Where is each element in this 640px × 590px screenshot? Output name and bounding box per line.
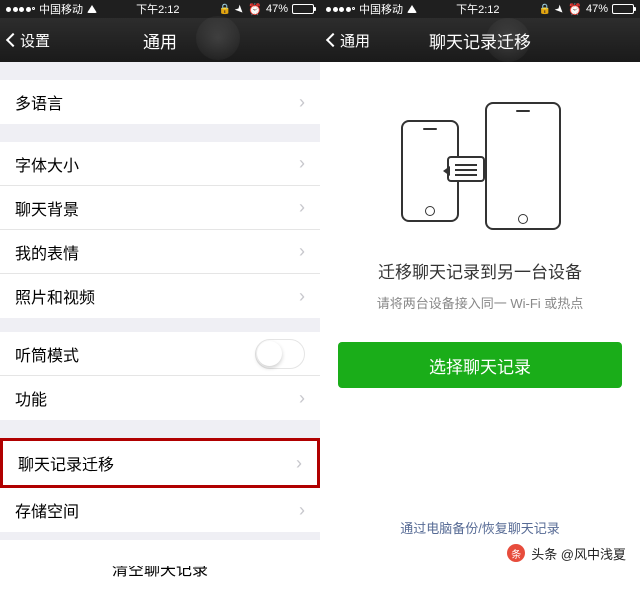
chevron-left-icon bbox=[326, 33, 340, 47]
row-label: 照片和视频 bbox=[15, 284, 95, 308]
chevron-right-icon: › bbox=[299, 92, 305, 113]
alarm-icon: ⏰ bbox=[248, 3, 262, 16]
status-bar: 中国移动 下午2:12 🔒 ➤ ⏰ 47% bbox=[0, 0, 320, 18]
battery-pct: 47% bbox=[586, 3, 608, 15]
backup-restore-link[interactable]: 通过电脑备份/恢复聊天记录 bbox=[320, 518, 640, 537]
chevron-right-icon: › bbox=[296, 453, 302, 474]
chevron-right-icon: › bbox=[299, 388, 305, 409]
phone-icon bbox=[485, 102, 561, 230]
row-earpiece-mode[interactable]: 听筒模式 bbox=[0, 332, 320, 376]
lock-icon: 🔒 bbox=[539, 4, 551, 15]
carrier-label: 中国移动 bbox=[359, 1, 403, 17]
status-time: 下午2:12 bbox=[136, 1, 179, 17]
migration-heading: 迁移聊天记录到另一台设备 bbox=[320, 258, 640, 283]
row-features[interactable]: 功能 › bbox=[0, 376, 320, 420]
battery-icon bbox=[612, 4, 634, 14]
battery-icon bbox=[292, 4, 314, 14]
row-label: 听筒模式 bbox=[15, 342, 79, 366]
back-button[interactable]: 设置 bbox=[8, 30, 50, 51]
row-label: 多语言 bbox=[15, 90, 63, 114]
wifi-icon bbox=[407, 5, 417, 13]
row-label: 字体大小 bbox=[15, 152, 79, 176]
chevron-right-icon: › bbox=[299, 500, 305, 521]
row-my-stickers[interactable]: 我的表情 › bbox=[0, 230, 320, 274]
alarm-icon: ⏰ bbox=[568, 3, 582, 16]
chevron-right-icon: › bbox=[299, 286, 305, 307]
toggle-switch[interactable] bbox=[255, 339, 305, 369]
nav-title: 通用 bbox=[143, 28, 177, 53]
row-chat-background[interactable]: 聊天背景 › bbox=[0, 186, 320, 230]
chevron-right-icon: › bbox=[299, 197, 305, 218]
migration-subheading: 请将两台设备接入同一 Wi-Fi 或热点 bbox=[320, 293, 640, 312]
row-label: 聊天背景 bbox=[15, 196, 79, 220]
location-icon: ➤ bbox=[552, 1, 568, 17]
chevron-right-icon: › bbox=[299, 153, 305, 174]
smudge-icon bbox=[196, 16, 240, 60]
migration-illustration bbox=[395, 102, 565, 232]
row-label: 存储空间 bbox=[15, 498, 79, 522]
back-label: 设置 bbox=[20, 30, 50, 51]
back-button[interactable]: 通用 bbox=[328, 30, 370, 51]
back-label: 通用 bbox=[340, 30, 370, 51]
source-footer: 条 头条 @风中浅夏 bbox=[0, 540, 640, 566]
status-bar: 中国移动 下午2:12 🔒 ➤ ⏰ 47% bbox=[320, 0, 640, 18]
source-label: 头条 @风中浅夏 bbox=[531, 544, 626, 563]
row-font-size[interactable]: 字体大小 › bbox=[0, 142, 320, 186]
signal-dots-icon bbox=[326, 7, 355, 12]
lock-icon: 🔒 bbox=[219, 4, 231, 15]
smudge-icon bbox=[486, 18, 530, 62]
location-icon: ➤ bbox=[232, 1, 248, 17]
avatar-icon: 条 bbox=[507, 544, 525, 562]
button-label: 选择聊天记录 bbox=[429, 353, 531, 378]
row-label: 功能 bbox=[15, 386, 47, 410]
nav-bar: 通用 聊天记录迁移 bbox=[320, 18, 640, 62]
highlight-box: 聊天记录迁移 › bbox=[0, 438, 320, 488]
carrier-label: 中国移动 bbox=[39, 1, 83, 17]
select-chat-history-button[interactable]: 选择聊天记录 bbox=[338, 342, 622, 388]
link-label: 通过电脑备份/恢复聊天记录 bbox=[400, 521, 560, 536]
status-time: 下午2:12 bbox=[456, 1, 499, 17]
nav-bar: 设置 通用 bbox=[0, 18, 320, 62]
row-multilanguage[interactable]: 多语言 › bbox=[0, 80, 320, 124]
chevron-left-icon bbox=[6, 33, 20, 47]
row-storage[interactable]: 存储空间 › bbox=[0, 488, 320, 532]
row-chat-migration[interactable]: 聊天记录迁移 › bbox=[3, 441, 317, 485]
battery-pct: 47% bbox=[266, 3, 288, 15]
signal-dots-icon bbox=[6, 7, 35, 12]
row-photos-videos[interactable]: 照片和视频 › bbox=[0, 274, 320, 318]
row-label: 我的表情 bbox=[15, 240, 79, 264]
row-label: 聊天记录迁移 bbox=[18, 451, 114, 475]
message-bubble-icon bbox=[447, 156, 485, 182]
wifi-icon bbox=[87, 5, 97, 13]
chevron-right-icon: › bbox=[299, 241, 305, 262]
